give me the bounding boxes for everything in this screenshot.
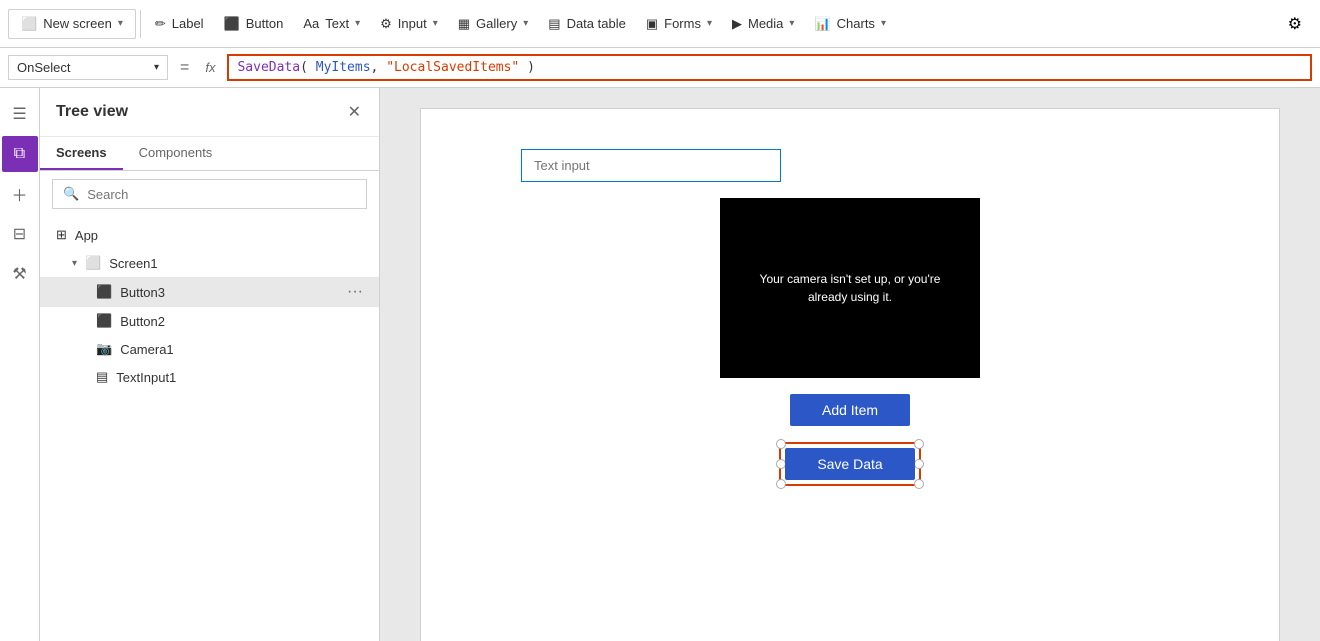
equals-sign: =: [176, 59, 193, 77]
text-input-element[interactable]: [521, 149, 781, 182]
formula-bar: OnSelect ▾ = fx SaveData( MyItems, "Loca…: [0, 48, 1320, 88]
property-chevron: ▾: [154, 62, 159, 73]
screen1-icon: ⬜: [85, 255, 101, 271]
tree-item-button2[interactable]: ⬛ Button2: [40, 307, 379, 335]
data-icon[interactable]: ⊟: [2, 216, 38, 252]
hamburger-menu-icon[interactable]: ☰: [2, 96, 38, 132]
input-chevron: ▾: [433, 18, 438, 29]
tab-components[interactable]: Components: [123, 137, 229, 170]
main-layout: ☰ ⧉ ＋ ⊟ ⚒ Tree view ✕ Screens Components…: [0, 88, 1320, 641]
tree-search-box: 🔍: [52, 179, 367, 209]
button3-label: Button3: [120, 285, 165, 300]
datatable-icon: ▤: [548, 16, 560, 32]
camera-icon: 📷: [96, 341, 112, 357]
save-data-button[interactable]: Save Data: [785, 448, 915, 480]
tree-item-camera1[interactable]: 📷 Camera1: [40, 335, 379, 363]
charts-tool[interactable]: 📊 Charts ▾: [804, 10, 896, 38]
camera1-label: Camera1: [120, 342, 173, 357]
textinput-icon: ▤: [96, 369, 108, 385]
media-chevron: ▾: [789, 18, 794, 29]
media-icon: ▶: [732, 16, 742, 32]
tree-items: ⊞ App ▾ ⬜ Screen1 ⬛ Button3 ··· ⬛ Button…: [40, 217, 379, 395]
text-icon: Aa: [303, 16, 319, 31]
new-screen-chevron: ▾: [118, 18, 123, 29]
new-screen-button[interactable]: ⬜ New screen ▾: [8, 9, 136, 39]
property-label: OnSelect: [17, 60, 70, 75]
formula-input[interactable]: SaveData( MyItems, "LocalSavedItems" ): [227, 54, 1312, 81]
search-input[interactable]: [87, 187, 356, 202]
button3-icon: ⬛: [96, 284, 112, 300]
handle-bottom-left[interactable]: [776, 479, 786, 489]
toolbar-divider-1: [140, 10, 141, 38]
new-screen-icon: ⬜: [21, 16, 37, 32]
toolbar-right: ⚙: [1278, 8, 1312, 40]
canvas-area: Your camera isn't set up, or you're alre…: [380, 88, 1320, 641]
screen1-label: Screen1: [109, 256, 157, 271]
handle-top-right[interactable]: [914, 439, 924, 449]
text-tool[interactable]: Aa Text ▾: [293, 10, 370, 37]
charts-chevron: ▾: [881, 18, 886, 29]
tree-panel: Tree view ✕ Screens Components 🔍 ⊞ App ▾…: [40, 88, 380, 641]
add-icon[interactable]: ＋: [2, 176, 38, 212]
sidebar-icons: ☰ ⧉ ＋ ⊟ ⚒: [0, 88, 40, 641]
input-tool[interactable]: ⚙ Input ▾: [370, 10, 448, 38]
input-icon: ⚙: [380, 16, 392, 32]
gallery-chevron: ▾: [523, 18, 528, 29]
tree-title: Tree view: [56, 103, 128, 121]
handle-bottom-right[interactable]: [914, 479, 924, 489]
label-icon: ✏: [155, 16, 166, 32]
search-icon: 🔍: [63, 186, 79, 202]
media-tool[interactable]: ▶ Media ▾: [722, 10, 804, 38]
new-screen-label: New screen: [43, 16, 112, 31]
forms-icon: ▣: [646, 16, 658, 32]
forms-tool[interactable]: ▣ Forms ▾: [636, 10, 722, 38]
camera-element: Your camera isn't set up, or you're alre…: [720, 198, 980, 378]
handle-middle-right[interactable]: [914, 459, 924, 469]
tree-item-app[interactable]: ⊞ App: [40, 221, 379, 249]
expand-icon: ▾: [72, 258, 77, 269]
save-data-selection-frame: Save Data: [779, 442, 921, 486]
tree-close-button[interactable]: ✕: [346, 100, 363, 124]
settings-button[interactable]: ⚙: [1278, 8, 1312, 40]
button-tool[interactable]: ⬛ Button: [214, 10, 294, 38]
add-item-button[interactable]: Add Item: [790, 394, 910, 426]
handle-top-left[interactable]: [776, 439, 786, 449]
tree-item-button3[interactable]: ⬛ Button3 ···: [40, 277, 379, 307]
label-tool[interactable]: ✏ Label: [145, 10, 214, 38]
tree-item-screen1[interactable]: ▾ ⬜ Screen1: [40, 249, 379, 277]
layers-icon[interactable]: ⧉: [2, 136, 38, 172]
button2-label: Button2: [120, 314, 165, 329]
charts-icon: 📊: [814, 16, 830, 32]
more-options-button[interactable]: ···: [347, 283, 363, 301]
tree-tabs: Screens Components: [40, 137, 379, 171]
camera-message: Your camera isn't set up, or you're alre…: [750, 270, 950, 306]
textinput1-label: TextInput1: [116, 370, 176, 385]
datatable-tool[interactable]: ▤ Data table: [538, 10, 636, 38]
tab-screens[interactable]: Screens: [40, 137, 123, 170]
app-label: App: [75, 228, 98, 243]
text-chevron: ▾: [355, 18, 360, 29]
button-icon: ⬛: [224, 16, 240, 32]
tree-item-textinput1[interactable]: ▤ TextInput1: [40, 363, 379, 391]
gallery-tool[interactable]: ▦ Gallery ▾: [448, 10, 539, 38]
forms-chevron: ▾: [707, 18, 712, 29]
tree-header: Tree view ✕: [40, 88, 379, 137]
gallery-icon: ▦: [458, 16, 470, 32]
formula-function: SaveData: [237, 60, 300, 75]
app-icon: ⊞: [56, 227, 67, 243]
tools-icon[interactable]: ⚒: [2, 256, 38, 292]
fx-label: fx: [201, 60, 219, 75]
button2-icon: ⬛: [96, 313, 112, 329]
toolbar: ⬜ New screen ▾ ✏ Label ⬛ Button Aa Text …: [0, 0, 1320, 48]
canvas-frame: Your camera isn't set up, or you're alre…: [420, 108, 1280, 641]
property-select[interactable]: OnSelect ▾: [8, 55, 168, 80]
